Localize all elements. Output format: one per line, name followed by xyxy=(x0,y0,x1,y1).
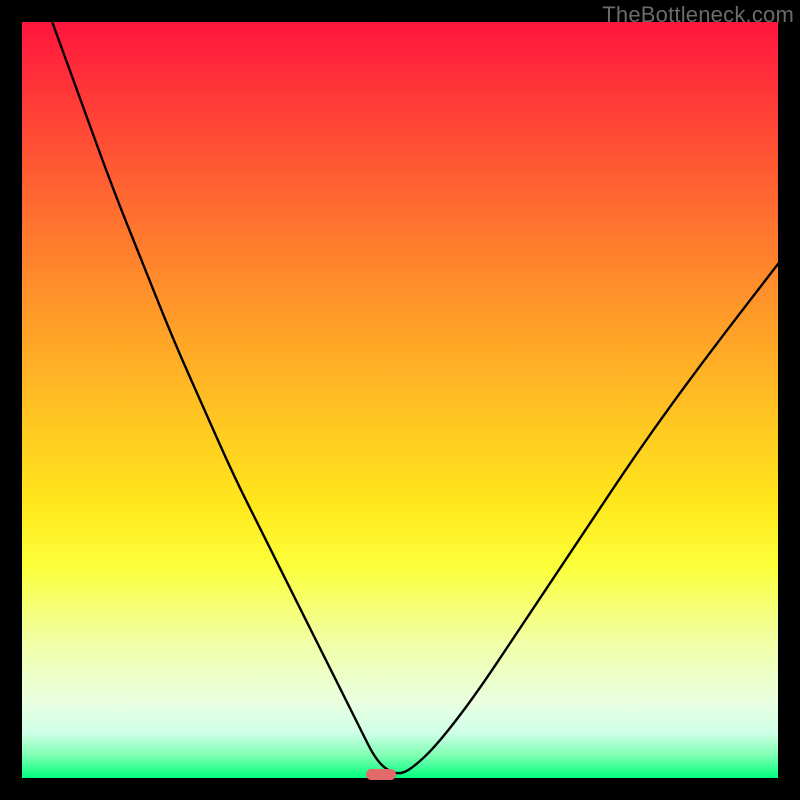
plot-area xyxy=(22,22,778,778)
curve-layer xyxy=(22,22,778,778)
watermark-text: TheBottleneck.com xyxy=(602,2,794,28)
chart-frame: TheBottleneck.com xyxy=(0,0,800,800)
optimal-point-marker xyxy=(366,769,396,780)
bottleneck-curve xyxy=(52,22,778,773)
